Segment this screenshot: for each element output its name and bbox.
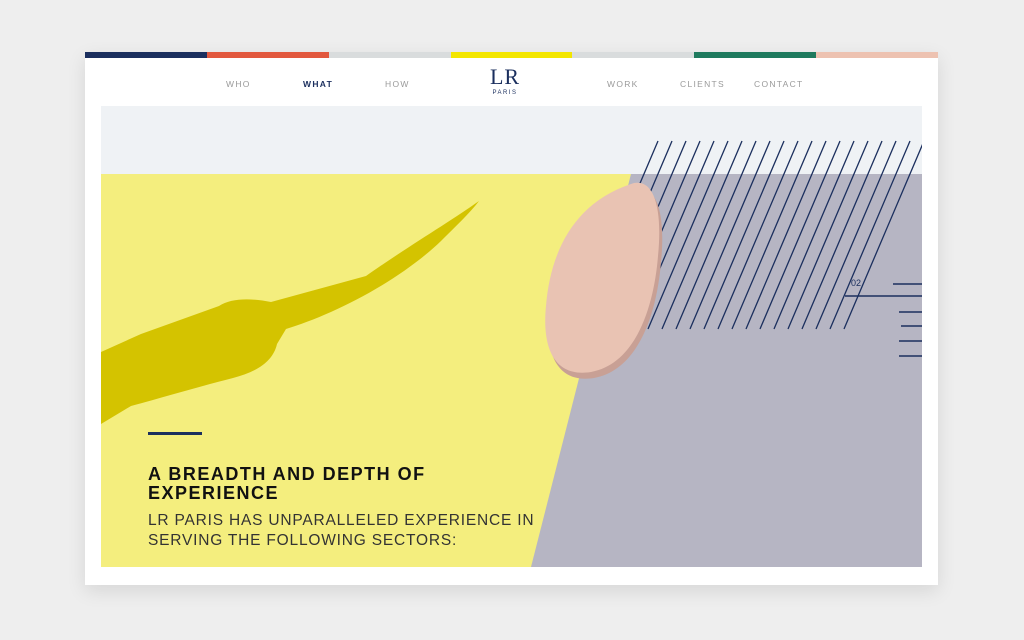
nav-item-how[interactable]: HOW bbox=[385, 79, 410, 89]
hero-section: 02 A BREADTH AND DEPTH OF EXPERIENCE LR … bbox=[101, 106, 922, 567]
heading-rule bbox=[148, 432, 202, 435]
logo-subtext: PARIS bbox=[492, 90, 518, 96]
hero-subtitle: LR PARIS HAS UNPARALLELED EXPERIENCE IN … bbox=[148, 512, 535, 549]
nav-item-clients[interactable]: CLIENTS bbox=[680, 79, 725, 89]
nav-item-who[interactable]: WHO bbox=[226, 79, 251, 89]
browser-window: WHO WHAT HOW LR PARIS WORK CLIENTS CONTA… bbox=[85, 52, 938, 585]
nav-item-what[interactable]: WHAT bbox=[303, 79, 333, 89]
nav-item-contact[interactable]: CONTACT bbox=[754, 79, 804, 89]
hero-title: A BREADTH AND DEPTH OF EXPERIENCE bbox=[148, 464, 426, 503]
logo-text: LR bbox=[489, 64, 521, 89]
main-nav: WHO WHAT HOW LR PARIS WORK CLIENTS CONTA… bbox=[85, 58, 938, 106]
slide-number: 02 bbox=[851, 278, 862, 288]
logo[interactable]: LR PARIS bbox=[475, 64, 535, 97]
nav-item-work[interactable]: WORK bbox=[607, 79, 639, 89]
